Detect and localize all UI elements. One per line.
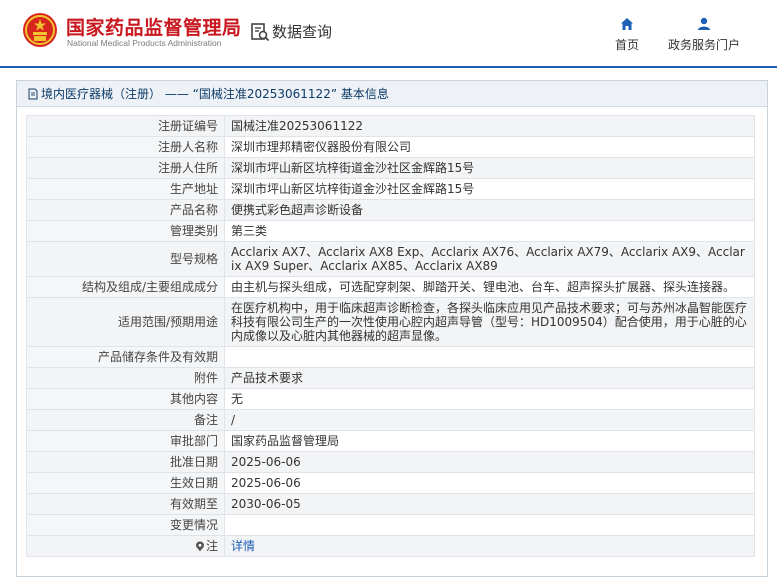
detail-panel: 境内医疗器械（注册） —— “国械注准20253061122” 基本信息 注册证… [16, 80, 768, 577]
data-query-link[interactable]: 数据查询 [250, 21, 332, 42]
brand-name-cn: 国家药品监督管理局 [66, 17, 242, 39]
table-row: 适用范围/预期用途 在医疗机构中，用于临床超声诊断检查，各探头临床应用见产品技术… [26, 297, 755, 347]
row-label: 注册证编号 [26, 115, 225, 137]
row-label: 生产地址 [26, 178, 225, 200]
data-query-label: 数据查询 [272, 23, 333, 41]
row-value: 2030-06-05 [224, 493, 755, 515]
row-value: 产品技术要求 [224, 367, 755, 389]
row-value: 无 [224, 388, 755, 410]
row-label: 审批部门 [26, 430, 225, 452]
row-value: 详情 [224, 535, 755, 557]
row-label: 批准日期 [26, 451, 225, 473]
table-row: 注 详情 [26, 535, 755, 557]
table-row: 附件 产品技术要求 [26, 367, 755, 389]
row-label-note: 注 [26, 535, 225, 557]
table-row: 生效日期 2025-06-06 [26, 472, 755, 494]
table-row: 其他内容 无 [26, 388, 755, 410]
row-value: 第三类 [224, 220, 755, 242]
nav-home[interactable]: 首页 [615, 17, 639, 53]
registration-detail-table: 注册证编号 国械注准20253061122 注册人名称 深圳市理邦精密仪器股份有… [26, 115, 755, 557]
row-label: 结构及组成/主要组成成分 [26, 276, 225, 298]
table-row: 生产地址 深圳市坪山新区坑梓街道金沙社区金辉路15号 [26, 178, 755, 200]
row-label: 其他内容 [26, 388, 225, 410]
row-value: 由主机与探头组成，可选配穿刺架、脚踏开关、锂电池、台车、超声探头扩展器、探头连接… [224, 276, 755, 298]
row-label: 注册人住所 [26, 157, 225, 179]
note-label: 注 [205, 539, 218, 553]
national-emblem-icon [23, 13, 57, 47]
row-value [224, 514, 755, 536]
row-label: 变更情况 [26, 514, 225, 536]
details-link[interactable]: 详情 [231, 539, 255, 553]
row-value: 2025-06-06 [224, 472, 755, 494]
row-value: / [224, 409, 755, 431]
table-row: 注册人名称 深圳市理邦精密仪器股份有限公司 [26, 136, 755, 158]
table-row: 产品名称 便携式彩色超声诊断设备 [26, 199, 755, 221]
data-query-icon [251, 22, 270, 41]
row-value: 深圳市坪山新区坑梓街道金沙社区金辉路15号 [224, 178, 755, 200]
nav-portal-label: 政务服务门户 [668, 38, 741, 52]
table-row: 型号规格 Acclarix AX7、Acclarix AX8 Exp、Accla… [26, 241, 755, 277]
table-row: 管理类别 第三类 [26, 220, 755, 242]
user-icon [698, 17, 710, 30]
row-value: 2025-06-06 [224, 451, 755, 473]
row-value [224, 346, 755, 368]
row-label: 注册人名称 [26, 136, 225, 158]
table-row: 结构及组成/主要组成成分 由主机与探头组成，可选配穿刺架、脚踏开关、锂电池、台车… [26, 276, 755, 298]
document-icon [28, 88, 38, 99]
brand-name-en: National Medical Products Administration [67, 38, 222, 48]
row-value: 国械注准20253061122 [224, 115, 755, 137]
table-row: 注册人住所 深圳市坪山新区坑梓街道金沙社区金辉路15号 [26, 157, 755, 179]
row-label: 附件 [26, 367, 225, 389]
table-row: 注册证编号 国械注准20253061122 [26, 115, 755, 137]
row-label: 产品名称 [26, 199, 225, 221]
panel-title: 境内医疗器械（注册） —— “国械注准20253061122” 基本信息 [41, 87, 389, 101]
row-value: Acclarix AX7、Acclarix AX8 Exp、Acclarix A… [224, 241, 755, 277]
table-row: 产品储存条件及有效期 [26, 346, 755, 368]
row-value: 在医疗机构中，用于临床超声诊断检查，各探头临床应用见产品技术要求；可与苏州冰晶智… [224, 297, 755, 347]
site-header: 国家药品监督管理局 National Medical Products Admi… [0, 0, 777, 68]
row-value: 深圳市理邦精密仪器股份有限公司 [224, 136, 755, 158]
row-label: 产品储存条件及有效期 [26, 346, 225, 368]
row-label: 备注 [26, 409, 225, 431]
table-row: 审批部门 国家药品监督管理局 [26, 430, 755, 452]
row-label: 有效期至 [26, 493, 225, 515]
note-icon [195, 541, 204, 552]
nav-home-label: 首页 [615, 38, 640, 52]
row-value: 深圳市坪山新区坑梓街道金沙社区金辉路15号 [224, 157, 755, 179]
table-row: 批准日期 2025-06-06 [26, 451, 755, 473]
row-value: 国家药品监督管理局 [224, 430, 755, 452]
row-label: 适用范围/预期用途 [26, 297, 225, 347]
row-value: 便携式彩色超声诊断设备 [224, 199, 755, 221]
table-row: 变更情况 [26, 514, 755, 536]
row-label: 型号规格 [26, 241, 225, 277]
panel-title-bar: 境内医疗器械（注册） —— “国械注准20253061122” 基本信息 [17, 81, 767, 107]
table-row: 备注 / [26, 409, 755, 431]
table-row: 有效期至 2030-06-05 [26, 493, 755, 515]
nav-gov-service-portal[interactable]: 政务服务门户 [668, 17, 740, 53]
row-label: 管理类别 [26, 220, 225, 242]
home-icon [621, 18, 633, 30]
row-label: 生效日期 [26, 472, 225, 494]
